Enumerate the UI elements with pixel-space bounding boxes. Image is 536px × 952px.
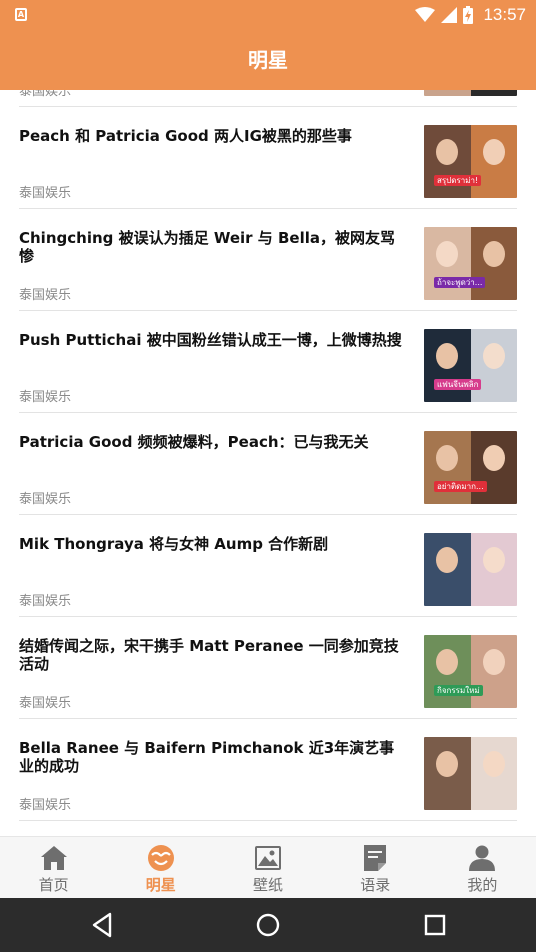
home-icon: [40, 844, 68, 872]
article-category: 泰国娱乐: [19, 696, 72, 711]
thumbnail-caption: แฟนจีนพลิก: [434, 379, 482, 390]
app-root: A 13:57 明星 泰国娱乐 Peach 和 Patricia Good 两人…: [0, 0, 536, 952]
app-notification-icon: A: [15, 8, 27, 21]
article-category: 泰国娱乐: [19, 390, 72, 405]
article-category: 泰国娱乐: [19, 186, 72, 201]
signal-icon: [441, 7, 458, 23]
article-thumbnail: อย่าติดมาก...: [424, 431, 517, 504]
article-thumbnail: สรุปดราม่า!: [424, 125, 517, 198]
article-thumbnail: แฟนจีนพลิก: [424, 329, 517, 402]
article-item[interactable]: Peach 和 Patricia Good 两人IG被黑的那些事 泰国娱乐 สร…: [0, 107, 536, 209]
system-navigation-bar: [0, 898, 536, 952]
nav-label: 壁纸: [253, 876, 284, 894]
article-item[interactable]: Patricia Good 频频被爆料，Peach：已与我无关 泰国娱乐 อย่…: [0, 413, 536, 515]
article-title: Patricia Good 频频被爆料，Peach：已与我无关: [19, 433, 369, 451]
article-title: Peach 和 Patricia Good 两人IG被黑的那些事: [19, 127, 352, 145]
article-category: 泰国娱乐: [19, 288, 72, 303]
article-category: 泰国娱乐: [19, 798, 72, 813]
article-list[interactable]: 泰国娱乐 Peach 和 Patricia Good 两人IG被黑的那些事 泰国…: [0, 90, 536, 836]
status-bar: A 13:57: [0, 0, 536, 30]
article-thumbnail: [424, 737, 517, 810]
article-item[interactable]: Chingching 被误认为插足 Weir 与 Bella，被网友骂惨 泰国娱…: [0, 209, 536, 311]
nav-item-home[interactable]: 首页: [0, 837, 107, 898]
article-item[interactable]: Mik Thongraya 将与女神 Aump 合作新剧 泰国娱乐: [0, 515, 536, 617]
back-icon[interactable]: [88, 910, 118, 940]
recents-icon[interactable]: [420, 910, 450, 940]
article-category: 泰国娱乐: [19, 492, 72, 507]
home-circle-icon[interactable]: [253, 910, 283, 940]
article-category: 泰国娱乐: [19, 90, 72, 99]
wallpaper-image-icon: [254, 844, 282, 872]
article-thumbnail: [424, 533, 517, 606]
article-title: Mik Thongraya 将与女神 Aump 合作新剧: [19, 535, 329, 553]
thumbnail-caption: อย่าติดมาก...: [434, 481, 487, 492]
bottom-navigation: 首页 明星 壁纸 语录 我的: [0, 836, 536, 898]
article-thumbnail: ถ้าจะพูดว่า...: [424, 227, 517, 300]
top-bar: A 13:57 明星: [0, 0, 536, 90]
article-title: Push Puttichai 被中国粉丝错认成王一博，上微博热搜: [19, 331, 402, 349]
article-title: Bella Ranee 与 Baifern Pimchanok 近3年演艺事业的…: [19, 739, 395, 775]
thumbnail-caption: กิจกรรมใหม่: [434, 685, 483, 696]
quotes-document-icon: [361, 844, 389, 872]
article-thumbnail: กิจกรรมใหม่: [424, 635, 517, 708]
article-item[interactable]: 结婚传闻之际，宋干携手 Matt Peranee 一同参加竞技活动 泰国娱乐 ก…: [0, 617, 536, 719]
article-title: Chingching 被误认为插足 Weir 与 Bella，被网友骂惨: [19, 229, 395, 265]
wifi-icon: [415, 7, 436, 22]
status-time: 13:57: [483, 5, 526, 24]
nav-label: 语录: [360, 876, 391, 894]
nav-label: 明星: [145, 876, 176, 894]
nav-item-stars[interactable]: 明星: [107, 837, 214, 898]
battery-charging-icon: [463, 6, 474, 24]
page-title: 明星: [248, 48, 288, 72]
nav-item-profile[interactable]: 我的: [429, 837, 536, 898]
article-item[interactable]: Push Puttichai 被中国粉丝错认成王一博，上微博热搜 泰国娱乐 แฟ…: [0, 311, 536, 413]
status-icons: 13:57: [415, 3, 526, 27]
nav-label: 我的: [467, 876, 498, 894]
nav-item-wallpaper[interactable]: 壁纸: [214, 837, 321, 898]
article-thumbnail: [424, 90, 517, 96]
thumbnail-caption: ถ้าจะพูดว่า...: [434, 277, 486, 288]
nav-item-quotes[interactable]: 语录: [322, 837, 429, 898]
nav-label: 首页: [38, 876, 69, 894]
article-item[interactable]: Bella Ranee 与 Baifern Pimchanok 近3年演艺事业的…: [0, 719, 536, 821]
profile-person-icon: [468, 844, 496, 872]
article-title: 结婚传闻之际，宋干携手 Matt Peranee 一同参加竞技活动: [19, 637, 399, 673]
article-category: 泰国娱乐: [19, 594, 72, 609]
thumbnail-caption: สรุปดราม่า!: [434, 175, 482, 186]
article-item[interactable]: 泰国娱乐: [0, 90, 536, 107]
star-face-icon: [147, 844, 175, 872]
divider: [19, 820, 517, 821]
